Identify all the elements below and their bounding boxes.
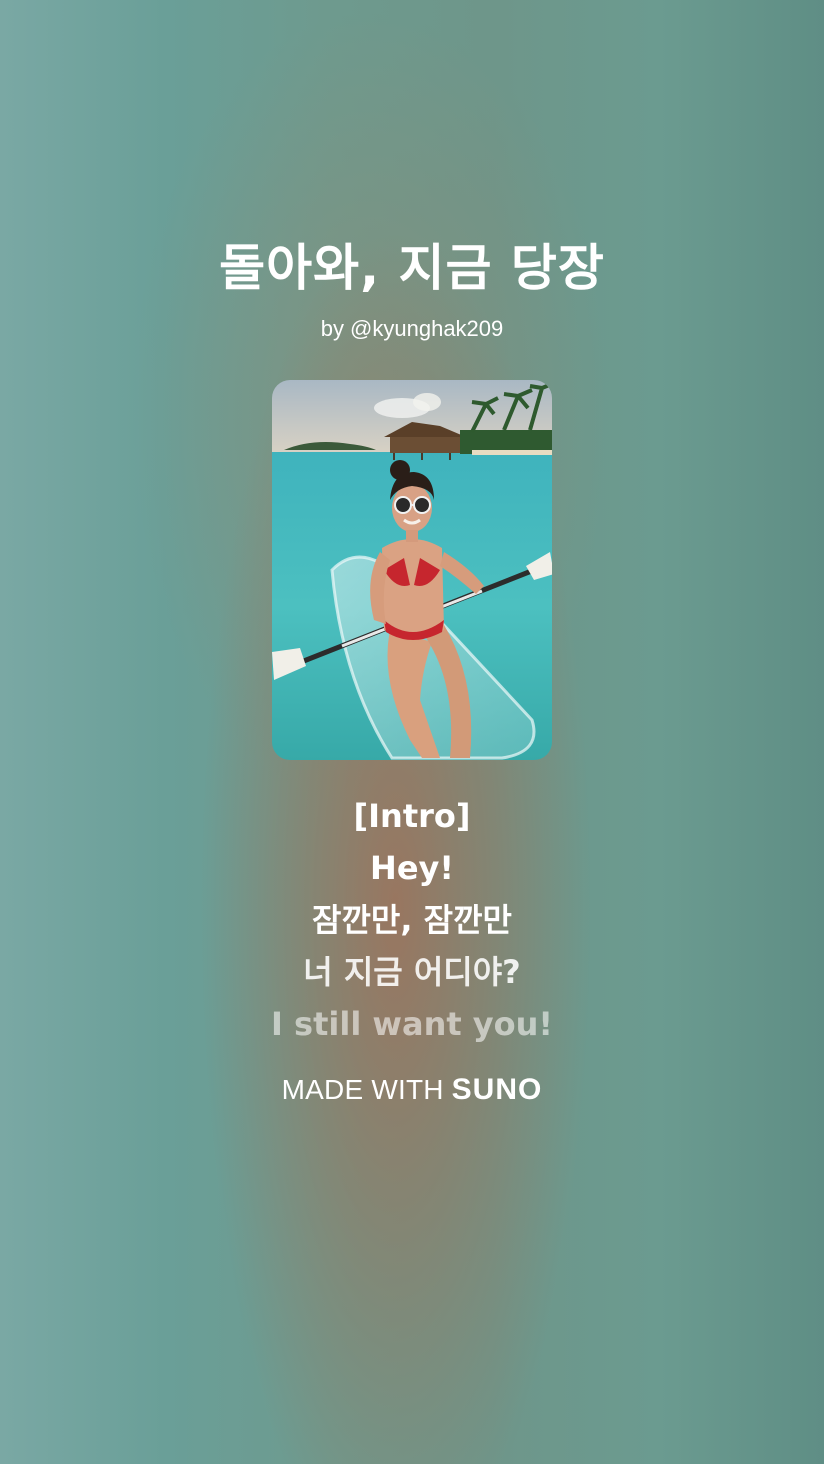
made-with-label: MADE WITH [281,1074,444,1105]
cover-art-image [272,380,552,760]
lyric-line: [Intro] [353,797,471,835]
share-card: 돌아와, 지금 당장 by @kyunghak209 [Intro] Hey! … [0,0,824,1464]
lyric-line: I still want you! [270,1005,554,1043]
suno-logo: SUNO [451,1073,543,1106]
lyric-line: Hey! [370,849,454,887]
made-with-suno-badge[interactable]: MADE WITH SUNO [0,1073,824,1107]
song-title: 돌아와, 지금 당장 [219,239,605,297]
artist-handle[interactable]: by @kyunghak209 [0,316,824,342]
lyric-line: 잠깐만, 잠깐만 [312,901,512,939]
lyrics-panel: [Intro] Hey! 잠깐만, 잠깐만 너 지금 어디야? I still … [0,790,824,1050]
lyric-line: 너 지금 어디야? [303,953,521,991]
